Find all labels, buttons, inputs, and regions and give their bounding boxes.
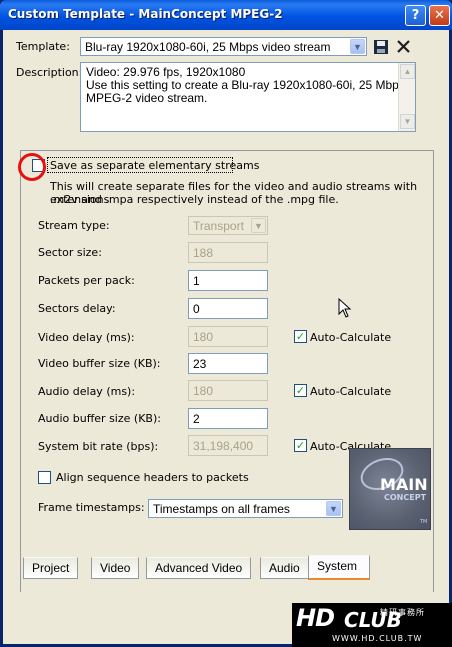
- sectors-delay-field[interactable]: 0: [188, 298, 268, 319]
- frame-timestamps-dropdown[interactable]: Timestamps on all frames ▼: [148, 499, 343, 518]
- video-delay-auto-checkbox[interactable]: ✓: [294, 330, 307, 343]
- stream-type-value: Transport: [193, 219, 244, 233]
- audio-delay-auto-label: Auto-Calculate: [310, 385, 392, 398]
- description-line: MPEG-2 video stream.: [86, 91, 208, 105]
- tab-video[interactable]: Video: [91, 557, 140, 579]
- description-scrollbar[interactable]: ▲ ▼: [398, 63, 415, 131]
- align-headers-checkbox[interactable]: [38, 471, 51, 484]
- mouse-pointer-icon: [338, 298, 352, 318]
- stream-type-label: Stream type:: [38, 219, 110, 232]
- description-textbox[interactable]: Video: 29.976 fps, 1920x1080 Use this se…: [80, 62, 416, 132]
- scroll-down-icon[interactable]: ▼: [400, 114, 415, 129]
- window-title: Custom Template - MainConcept MPEG-2: [8, 7, 283, 21]
- chevron-down-icon: ▼: [326, 501, 341, 516]
- frame-timestamps-value: Timestamps on all frames: [153, 502, 290, 516]
- audio-buffer-field[interactable]: 2: [188, 408, 268, 429]
- audio-delay-auto-checkbox[interactable]: ✓: [294, 384, 307, 397]
- chevron-down-icon: ▼: [350, 39, 365, 54]
- audio-delay-label: Audio delay (ms):: [38, 385, 136, 398]
- video-delay-field[interactable]: 180: [188, 326, 268, 347]
- mainconcept-logo: MAIN CONCEPT TM: [349, 448, 431, 530]
- scroll-up-icon[interactable]: ▲: [400, 64, 415, 79]
- help-button[interactable]: ?: [405, 5, 426, 26]
- logo-text: CONCEPT: [384, 493, 427, 502]
- video-delay-auto-label: Auto-Calculate: [310, 331, 392, 344]
- tab-strip: Project Video Advanced Video Audio Syste…: [20, 555, 434, 583]
- sector-size-label: Sector size:: [38, 246, 102, 259]
- watermark-text: HD: [296, 604, 335, 632]
- chevron-down-icon: ▼: [251, 218, 266, 233]
- hdclub-watermark: HD CLUB 精研事務所 WWW.HD.CLUB.TW: [292, 603, 452, 647]
- watermark-url: WWW.HD.CLUB.TW: [332, 634, 423, 643]
- template-value: Blu-ray 1920x1080-60i, 25 Mbps video str…: [85, 40, 331, 54]
- dialog-client: Template: Blu-ray 1920x1080-60i, 25 Mbps…: [3, 30, 449, 644]
- tab-project[interactable]: Project: [23, 557, 79, 579]
- align-headers-label[interactable]: Align sequence headers to packets: [56, 471, 249, 484]
- video-buffer-label: Video buffer size (KB):: [38, 357, 161, 370]
- packets-per-pack-label: Packets per pack:: [38, 274, 135, 287]
- tab-audio[interactable]: Audio: [260, 557, 309, 579]
- watermark-text: 精研事務所: [380, 608, 425, 617]
- system-bitrate-label: System bit rate (bps):: [38, 440, 159, 453]
- system-bitrate-auto-checkbox[interactable]: ✓: [294, 439, 307, 452]
- template-dropdown[interactable]: Blu-ray 1920x1080-60i, 25 Mbps video str…: [80, 37, 367, 56]
- title-bar[interactable]: Custom Template - MainConcept MPEG-2 ? ✕: [0, 0, 452, 30]
- dialog-window: Custom Template - MainConcept MPEG-2 ? ✕…: [0, 0, 452, 647]
- description-label: Description:: [16, 66, 83, 79]
- audio-delay-field[interactable]: 180: [188, 380, 268, 401]
- close-button[interactable]: ✕: [429, 5, 450, 26]
- frame-timestamps-label: Frame timestamps:: [38, 501, 145, 514]
- sector-size-field[interactable]: 188: [188, 242, 268, 263]
- x-delete-icon[interactable]: [396, 39, 411, 54]
- focus-rect: [47, 157, 233, 173]
- sectors-delay-label: Sectors delay:: [38, 302, 116, 315]
- elementary-help-line: .m2v and .mpa respectively instead of th…: [50, 193, 339, 206]
- tab-advanced-video[interactable]: Advanced Video: [146, 557, 252, 579]
- tab-system[interactable]: System: [308, 555, 370, 580]
- system-bitrate-field[interactable]: 31,198,400: [188, 435, 268, 456]
- stream-type-dropdown[interactable]: Transport ▼: [188, 216, 268, 235]
- audio-buffer-label: Audio buffer size (KB):: [38, 412, 161, 425]
- logo-text: MAIN: [380, 475, 428, 494]
- floppy-disk-icon[interactable]: [373, 39, 389, 55]
- video-delay-label: Video delay (ms):: [38, 331, 135, 344]
- annotation-circle: [18, 153, 46, 181]
- logo-tm: TM: [420, 519, 428, 525]
- video-buffer-field[interactable]: 23: [188, 353, 268, 374]
- packets-per-pack-field[interactable]: 1: [188, 270, 268, 291]
- template-label: Template:: [16, 40, 70, 53]
